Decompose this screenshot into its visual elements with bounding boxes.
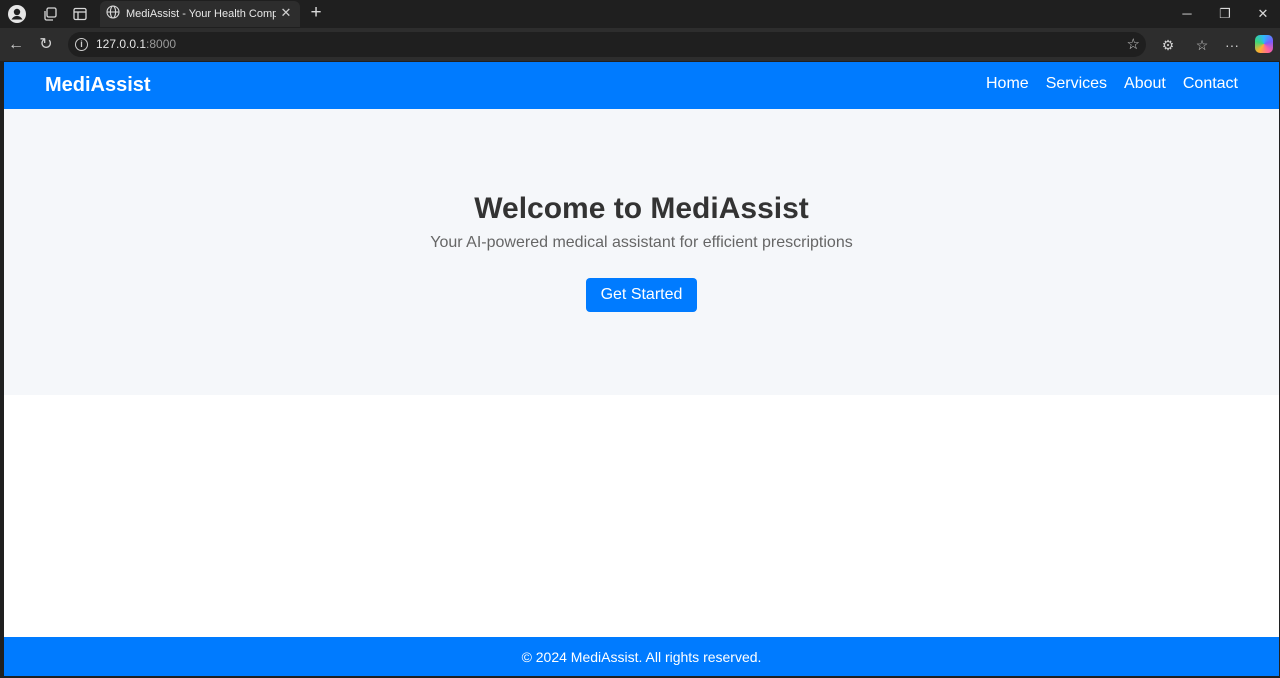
- site-footer: © 2024 MediAssist. All rights reserved.: [4, 637, 1279, 676]
- new-tab-button[interactable]: +: [305, 3, 327, 25]
- copilot-icon[interactable]: [1255, 35, 1273, 53]
- url-text[interactable]: 127.0.0.1:8000: [96, 37, 176, 51]
- address-bar[interactable]: i 127.0.0.1:8000 ☆: [68, 32, 1146, 57]
- nav-home[interactable]: Home: [986, 75, 1029, 93]
- main-nav: Home Services About Contact: [986, 75, 1238, 93]
- nav-services[interactable]: Services: [1046, 75, 1107, 93]
- globe-icon: [106, 4, 120, 24]
- profile-icon[interactable]: [7, 4, 27, 24]
- footer-copyright: © 2024 MediAssist. All rights reserved.: [521, 649, 762, 665]
- close-tab-icon[interactable]: ✕: [278, 5, 294, 21]
- url-host: 127.0.0.1: [96, 37, 147, 51]
- browser-tab-bar: MediAssist - Your Health Companion ✕ + ─…: [0, 0, 1280, 28]
- hero-subtitle: Your AI-powered medical assistant for ef…: [430, 234, 853, 251]
- tab-actions-icon[interactable]: [70, 4, 90, 24]
- url-port: :8000: [146, 37, 177, 51]
- minimize-button[interactable]: ─: [1172, 3, 1202, 25]
- restore-button[interactable]: ❐: [1210, 3, 1240, 25]
- brand-logo[interactable]: MediAssist: [45, 74, 151, 97]
- extensions-icon[interactable]: ⚙: [1157, 34, 1179, 56]
- more-menu-icon[interactable]: ···: [1221, 34, 1243, 56]
- browser-toolbar: ← ↻ i 127.0.0.1:8000 ☆ ⚙ ☆ ···: [0, 28, 1280, 61]
- get-started-button[interactable]: Get Started: [586, 278, 697, 312]
- refresh-icon[interactable]: ↻: [35, 34, 57, 56]
- page-viewport: MediAssist Home Services About Contact W…: [4, 62, 1279, 676]
- close-window-button[interactable]: ✕: [1248, 3, 1278, 25]
- workspaces-icon[interactable]: [40, 4, 60, 24]
- back-arrow-icon[interactable]: ←: [5, 34, 27, 56]
- favorites-icon[interactable]: ☆: [1191, 34, 1213, 56]
- tab-title: MediAssist - Your Health Companion: [126, 8, 276, 20]
- favorite-star-icon[interactable]: ☆: [1127, 35, 1140, 53]
- site-header: MediAssist Home Services About Contact: [4, 62, 1279, 109]
- nav-about[interactable]: About: [1124, 75, 1166, 93]
- browser-tab-active[interactable]: MediAssist - Your Health Companion ✕: [100, 1, 300, 27]
- hero-section: Welcome to MediAssist Your AI-powered me…: [4, 109, 1279, 395]
- nav-contact[interactable]: Contact: [1183, 75, 1238, 93]
- site-info-icon[interactable]: i: [75, 38, 88, 51]
- hero-title: Welcome to MediAssist: [474, 192, 809, 225]
